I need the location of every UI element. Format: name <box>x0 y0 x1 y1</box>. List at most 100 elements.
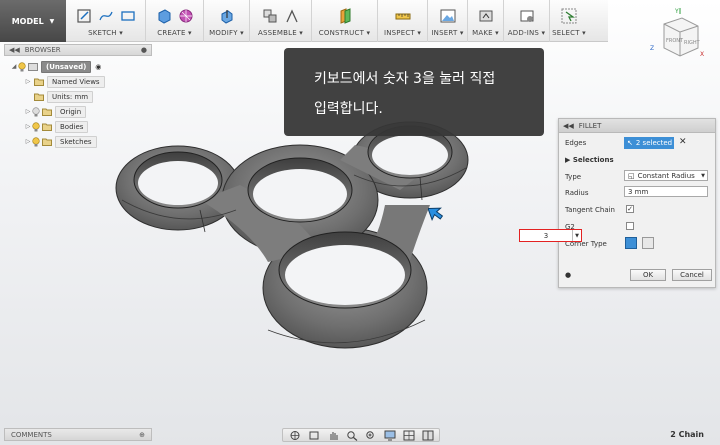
dropdown-arrow-icon: ▼ <box>701 172 705 179</box>
new-component-icon[interactable] <box>261 7 279 25</box>
lightbulb-icon[interactable] <box>18 61 26 72</box>
toolbar-label: INSPECT ▾ <box>383 29 422 37</box>
lightbulb-icon[interactable] <box>32 136 40 147</box>
expand-right-icon[interactable]: ▷ <box>24 78 32 86</box>
instruction-tooltip: 키보드에서 숫자 3을 눌러 직접 입력합니다. <box>284 48 544 136</box>
sketch-edit-icon[interactable] <box>75 7 93 25</box>
zoom-icon[interactable] <box>345 430 358 441</box>
radius-value-input[interactable]: 3 ▼ <box>519 229 582 242</box>
caret-down-icon: ▼ <box>49 17 55 25</box>
axis-z-label: Z <box>650 45 654 52</box>
select-cursor-icon[interactable] <box>560 7 578 25</box>
expand-right-icon[interactable]: ▷ <box>24 138 32 146</box>
rectangle-icon[interactable] <box>119 7 137 25</box>
selections-header[interactable]: ▶ Selections <box>565 156 614 164</box>
toolbar-group-inspect[interactable]: INSPECT ▾ <box>378 0 428 42</box>
toolbar-group-create[interactable]: CREATE ▾ <box>146 0 204 42</box>
folder-icon <box>42 108 52 116</box>
tangent-chain-label: Tangent Chain <box>565 206 615 214</box>
spline-icon[interactable] <box>97 7 115 25</box>
grid-settings-icon[interactable] <box>402 430 415 441</box>
offset-plane-icon[interactable] <box>336 7 354 25</box>
toolbar-group-assemble[interactable]: ASSEMBLE ▾ <box>250 0 312 42</box>
toolbar-label: MODIFY ▾ <box>209 29 244 37</box>
radius-input[interactable]: 3 mm <box>624 186 708 197</box>
look-at-icon[interactable] <box>307 430 320 441</box>
expand-right-icon[interactable]: ▷ <box>24 108 32 116</box>
type-dropdown[interactable]: ◱ Constant Radius ▼ <box>624 170 708 181</box>
tangent-chain-checkbox[interactable]: ✓ <box>626 205 634 213</box>
collapse-icon[interactable]: ◀◀ <box>9 46 20 54</box>
expand-down-icon[interactable]: ◢ <box>10 63 18 71</box>
browser-header[interactable]: ◀◀ BROWSER ● <box>4 44 152 56</box>
expand-right-icon[interactable]: ▶ <box>565 156 573 164</box>
target-icon[interactable]: ◉ <box>95 63 101 71</box>
toolbar-group-make[interactable]: MAKE ▾ <box>468 0 504 42</box>
form-grid-icon[interactable] <box>177 7 195 25</box>
document-icon <box>28 62 38 71</box>
tree-root[interactable]: ◢ (Unsaved) ◉ <box>4 59 152 74</box>
toolbar-label: ASSEMBLE ▾ <box>257 29 303 37</box>
toolbar-label: SKETCH ▾ <box>88 29 123 37</box>
tree-item-sketches[interactable]: ▷ Sketches <box>4 134 152 149</box>
tree-label[interactable]: Bodies <box>55 120 89 133</box>
tree-label[interactable]: Units: mm <box>47 90 94 103</box>
edges-selected-value: 2 selected <box>635 139 673 147</box>
toolbar-label: INSERT ▾ <box>431 29 464 37</box>
corner-setback-icon[interactable] <box>642 237 654 249</box>
measure-icon[interactable] <box>394 7 412 25</box>
collapse-icon[interactable]: ◀◀ <box>563 122 574 130</box>
viewports-icon[interactable] <box>421 430 434 441</box>
type-label: Type <box>565 173 582 181</box>
viewcube-front[interactable]: FRONT <box>666 38 684 44</box>
press-pull-icon[interactable] <box>218 7 236 25</box>
main-toolbar: MODEL ▼ SKETCH ▾ CREATE ▾ MODIFY ▾ ASSEM… <box>0 0 608 42</box>
clear-selection-icon[interactable]: ✕ <box>679 137 687 147</box>
box-icon[interactable] <box>155 7 173 25</box>
ok-button[interactable]: OK <box>630 269 666 281</box>
browser-title: BROWSER <box>24 46 61 54</box>
tree-item-named-views[interactable]: ▷ Named Views <box>4 74 152 89</box>
axis-y-label: Y <box>674 8 679 15</box>
pin-icon[interactable]: ● <box>141 46 147 54</box>
joint-icon[interactable] <box>283 7 301 25</box>
view-cube[interactable]: FRONT RIGHT Y Z X <box>648 6 708 66</box>
g2-checkbox[interactable] <box>626 222 634 230</box>
tooltip-line-2: 입력합니다. <box>314 101 383 117</box>
display-settings-icon[interactable] <box>383 430 396 441</box>
toolbar-group-sketch[interactable]: SKETCH ▾ <box>66 0 146 42</box>
folder-icon <box>42 123 52 131</box>
pan-icon[interactable] <box>326 430 339 441</box>
tree-label-document[interactable]: (Unsaved) <box>41 60 92 73</box>
toolbar-group-addins[interactable]: ADD-INS ▾ <box>504 0 550 42</box>
cancel-button[interactable]: Cancel <box>672 269 712 281</box>
lightbulb-icon[interactable] <box>32 121 40 132</box>
edges-selected-button[interactable]: ↖ 2 selected <box>624 137 674 149</box>
toolbar-group-insert[interactable]: INSERT ▾ <box>428 0 468 42</box>
lightbulb-icon[interactable] <box>32 106 40 117</box>
toolbar-group-select[interactable]: SELECT ▾ <box>550 0 588 42</box>
toolbar-group-construct[interactable]: CONSTRUCT ▾ <box>312 0 378 42</box>
dropdown-arrow-icon[interactable]: ▼ <box>572 230 581 241</box>
tree-item-origin[interactable]: ▷ Origin <box>4 104 152 119</box>
insert-image-icon[interactable] <box>439 7 457 25</box>
expand-icon[interactable]: ⊕ <box>139 431 145 439</box>
info-icon[interactable]: ● <box>565 271 571 279</box>
tree-label[interactable]: Origin <box>55 105 87 118</box>
toolbar-label: SELECT ▾ <box>552 29 586 37</box>
fillet-header[interactable]: ◀◀ FILLET <box>559 119 715 133</box>
corner-rolling-ball-icon[interactable] <box>625 237 637 249</box>
3d-print-icon[interactable] <box>477 7 495 25</box>
expand-right-icon[interactable]: ▷ <box>24 123 32 131</box>
workspace-switcher-button[interactable]: MODEL ▼ <box>0 0 66 42</box>
orbit-icon[interactable] <box>288 430 301 441</box>
scripts-icon[interactable] <box>518 7 536 25</box>
tree-item-units[interactable]: Units: mm <box>4 89 152 104</box>
tree-label[interactable]: Sketches <box>55 135 97 148</box>
comments-panel[interactable]: COMMENTS ⊕ <box>4 428 152 441</box>
tree-label[interactable]: Named Views <box>47 75 105 88</box>
toolbar-group-modify[interactable]: MODIFY ▾ <box>204 0 250 42</box>
viewcube-right[interactable]: RIGHT <box>684 40 701 46</box>
tree-item-bodies[interactable]: ▷ Bodies <box>4 119 152 134</box>
zoom-window-icon[interactable] <box>364 430 377 441</box>
